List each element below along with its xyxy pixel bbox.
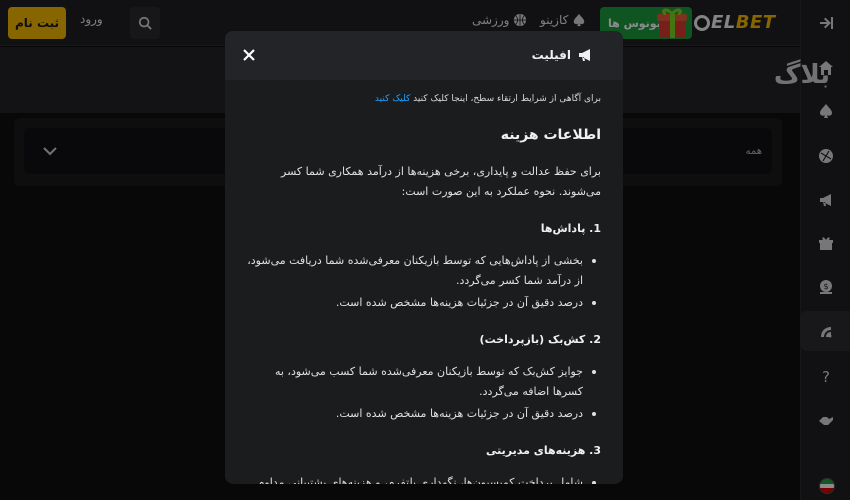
close-button[interactable] [239,45,259,65]
bullet-list: بخشی از پاداش‌هایی که توسط بازیکنان معرف… [243,251,601,313]
modal-title: افیلیت [532,47,593,63]
bullet-list: جوایز کش‌بک که توسط بازیکنان معرفی‌شده ش… [243,362,601,424]
list-item: بخشی از پاداش‌هایی که توسط بازیکنان معرف… [243,251,601,291]
close-icon [243,49,255,61]
subsection-title: 2. کش‌بک (بازپرداخت) [479,333,601,346]
megaphone-icon [579,49,590,61]
level-notice-text: برای آگاهی از شرایط ارتقاء سطح، اینجا کل… [413,94,601,104]
affiliate-modal: افیلیت برای آگاهی از شرایط ارتقاء سطح، ا… [225,31,623,484]
subsection-title: 1. پاداش‌ها [540,222,601,235]
intro-text: برای حفظ عدالت و پایداری، برخی هزینه‌ها … [281,165,601,198]
modal-header: افیلیت [225,31,623,80]
list-item: شامل پرداخت کمیسیون‌ها، نگهداری پلتفرم، … [243,473,601,484]
app-root: ثبت نام ورود ورزشی کازینو بونوس ها EL BET [0,0,850,500]
modal-body: برای آگاهی از شرایط ارتقاء سطح، اینجا کل… [225,80,623,484]
section-heading: اطلاعات هزینه [500,127,601,143]
level-notice-link[interactable]: کلیک کنید [375,94,410,104]
list-item: درصد دقیق آن در جزئیات هزینه‌ها مشخص شده… [243,293,601,313]
list-item: جوایز کش‌بک که توسط بازیکنان معرفی‌شده ش… [243,362,601,402]
subsection-title: 3. هزینه‌های مدیریتی [486,444,601,457]
bullet-list: شامل پرداخت کمیسیون‌ها، نگهداری پلتفرم، … [243,473,601,484]
level-notice: برای آگاهی از شرایط ارتقاء سطح، اینجا کل… [243,92,601,106]
list-item: درصد دقیق آن در جزئیات هزینه‌ها مشخص شده… [243,404,601,424]
modal-title-text: افیلیت [531,48,571,62]
